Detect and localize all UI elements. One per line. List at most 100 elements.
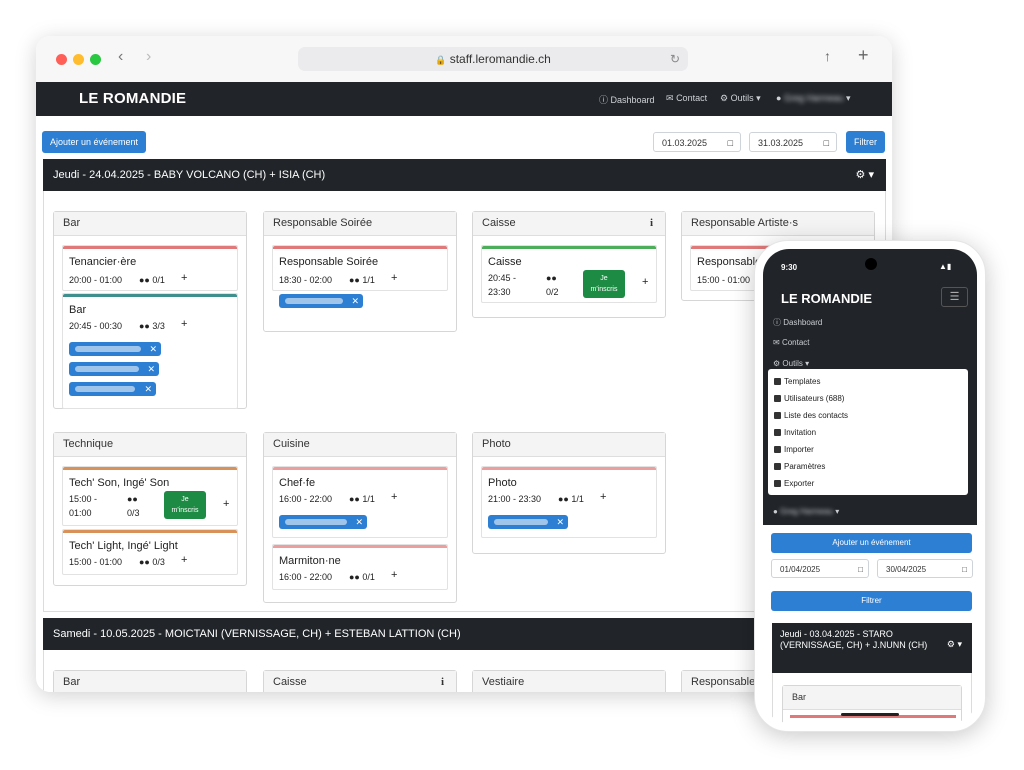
panel-title: Bar: [783, 686, 961, 710]
phone-screen: 9:30 ▲▮ LE ROMANDIE ☰ ⓘ Dashboard ✉ Cont…: [763, 249, 977, 723]
add-person-icon[interactable]: +: [600, 491, 606, 503]
calendar-icon[interactable]: □: [962, 560, 967, 579]
user-plus-icon: [774, 429, 781, 436]
assigned-person-chip[interactable]: ✕: [69, 362, 159, 376]
calendar-icon[interactable]: □: [858, 560, 863, 579]
phone-navbar: 9:30 ▲▮ LE ROMANDIE ☰ ⓘ Dashboard ✉ Cont…: [763, 249, 977, 525]
add-person-icon[interactable]: +: [181, 554, 187, 566]
date-from-input[interactable]: 01.03.2025 □: [653, 132, 741, 152]
menu-item-templates[interactable]: Templates: [774, 377, 820, 386]
reload-icon[interactable]: ↻: [670, 47, 680, 71]
signup-label-line1: Je: [600, 275, 608, 282]
shift-time-end: 23:30: [488, 287, 511, 297]
nav-outils[interactable]: ⚙ Outils ▾: [720, 93, 761, 104]
assigned-person-chip[interactable]: ✕: [488, 515, 568, 529]
phone-event-title: Jeudi - 03.04.2025 - STARO (VERNISSAGE, …: [780, 629, 928, 650]
event-settings-gear-icon[interactable]: ⚙ ▾: [856, 159, 874, 191]
info-icon[interactable]: i: [650, 212, 653, 235]
signup-button[interactable]: Je m'inscris: [164, 491, 206, 519]
shift-count-value: 1/1: [362, 494, 375, 504]
calendar-icon[interactable]: □: [824, 133, 829, 153]
event-title: Samedi - 10.05.2025 - MOICTANI (VERNISSA…: [53, 628, 461, 640]
panel-title: Bar: [54, 671, 246, 692]
shift-title: Photo: [488, 477, 517, 489]
remove-x-icon[interactable]: ✕: [147, 362, 155, 376]
nav-contact[interactable]: ✉ Contact: [666, 93, 707, 104]
event-settings-gear-icon[interactable]: ⚙ ▾: [947, 639, 962, 650]
phone-event-header: Jeudi - 03.04.2025 - STARO (VERNISSAGE, …: [772, 623, 972, 673]
panel-caisse: Caisse i: [263, 670, 457, 692]
shift-title: Responsable: [697, 256, 762, 268]
phone-nav-contact[interactable]: ✉ Contact: [773, 338, 810, 347]
signup-button[interactable]: Je m'inscris: [583, 270, 625, 298]
menu-item-importer[interactable]: Importer: [774, 445, 814, 454]
add-person-icon[interactable]: +: [391, 569, 397, 581]
remove-x-icon[interactable]: ✕: [355, 515, 363, 529]
phone-nav-dashboard[interactable]: ⓘ Dashboard: [773, 317, 822, 328]
gear-icon: ⚙: [773, 359, 781, 368]
close-window-icon[interactable]: [56, 54, 67, 65]
shift-time: 20:45 - 00:30: [69, 321, 123, 331]
users-icon: ●●: [558, 494, 569, 504]
menu-item-parametres[interactable]: Paramètres: [774, 462, 826, 471]
menu-item-label: Liste des contacts: [784, 411, 849, 420]
add-person-icon[interactable]: +: [181, 318, 187, 330]
assigned-person-chip[interactable]: ✕: [279, 515, 367, 529]
menu-item-label: Paramètres: [784, 462, 826, 471]
share-icon[interactable]: ↑: [824, 48, 831, 64]
filter-button[interactable]: Filtrer: [846, 131, 885, 153]
add-person-icon[interactable]: +: [642, 276, 648, 288]
forward-arrow-icon[interactable]: ›: [146, 48, 151, 66]
shift-slot: Marmiton·ne 16:00 - 22:00 ●● 0/1 +: [272, 544, 448, 590]
info-icon[interactable]: i: [441, 671, 444, 692]
shift-count-value: 0/1: [152, 275, 165, 285]
assigned-person-chip[interactable]: ✕: [279, 294, 363, 308]
panel-title-text: Caisse: [482, 217, 516, 229]
menu-item-utilisateurs[interactable]: Utilisateurs (688): [774, 394, 844, 403]
phone-nav-user[interactable]: ● Greg Harmeau ▾: [773, 507, 839, 516]
add-person-icon[interactable]: +: [391, 272, 397, 284]
phone-add-event-button[interactable]: Ajouter un événement: [771, 533, 972, 553]
assigned-person-chip[interactable]: ✕: [69, 382, 156, 396]
nav-dashboard[interactable]: ⓘ Dashboard: [599, 93, 655, 106]
add-event-button[interactable]: Ajouter un événement: [42, 131, 146, 153]
menu-item-liste-contacts[interactable]: Liste des contacts: [774, 411, 849, 420]
users-icon: ●●: [349, 494, 360, 504]
caret-down-icon: ▾: [835, 507, 840, 516]
menu-item-invitation[interactable]: Invitation: [774, 428, 816, 437]
address-bar[interactable]: 🔒 staff.leromandie.ch ↻: [298, 47, 688, 71]
phone-brand-logo[interactable]: LE ROMANDIE: [781, 291, 872, 306]
add-person-icon[interactable]: +: [223, 498, 229, 510]
shift-count: ●● 0/3: [139, 557, 165, 567]
panel-caisse: Caisse i Caisse 20:45 - 23:30 ●● 0/2 Je m'…: [472, 211, 666, 318]
remove-x-icon[interactable]: ✕: [149, 342, 157, 356]
shift-time: 15:00 - 01:00: [69, 557, 123, 567]
signup-label-line1: Je: [181, 496, 189, 503]
hamburger-menu-icon[interactable]: ☰: [941, 287, 968, 307]
phone-nav-outils[interactable]: ⚙ Outils ▾: [773, 359, 809, 368]
remove-x-icon[interactable]: ✕: [351, 294, 359, 308]
phone-date-from-input[interactable]: 01/04/2025 □: [771, 559, 869, 578]
date-to-input[interactable]: 31.03.2025 □: [749, 132, 837, 152]
remove-x-icon[interactable]: ✕: [144, 382, 152, 396]
remove-x-icon[interactable]: ✕: [556, 515, 564, 529]
shift-title: Caisse: [488, 256, 522, 268]
shift-count-value: 3/3: [152, 321, 165, 331]
brand-logo[interactable]: LE ROMANDIE: [79, 90, 186, 107]
maximize-window-icon[interactable]: [90, 54, 101, 65]
assigned-person-chip[interactable]: ✕: [69, 342, 161, 356]
new-tab-icon[interactable]: +: [858, 45, 869, 66]
add-person-icon[interactable]: +: [181, 272, 187, 284]
add-person-icon[interactable]: +: [391, 491, 397, 503]
nav-user[interactable]: ● Greg Harmeau ▾: [776, 93, 851, 104]
shift-slot: Chef·fe 16:00 - 22:00 ●● 1/1 + ✕: [272, 466, 448, 538]
shift-slot: Photo 21:00 - 23:30 ●● 1/1 + ✕: [481, 466, 657, 538]
minimize-window-icon[interactable]: [73, 54, 84, 65]
back-arrow-icon[interactable]: ‹: [118, 48, 123, 66]
shift-title: Marmiton·ne: [279, 555, 341, 567]
menu-item-exporter[interactable]: Exporter: [774, 479, 814, 488]
phone-date-to-input[interactable]: 30/04/2025 □: [877, 559, 973, 578]
calendar-icon[interactable]: □: [728, 133, 733, 153]
phone-filter-button[interactable]: Filtrer: [771, 591, 972, 611]
phone-nav-dashboard-label: Dashboard: [783, 318, 823, 327]
